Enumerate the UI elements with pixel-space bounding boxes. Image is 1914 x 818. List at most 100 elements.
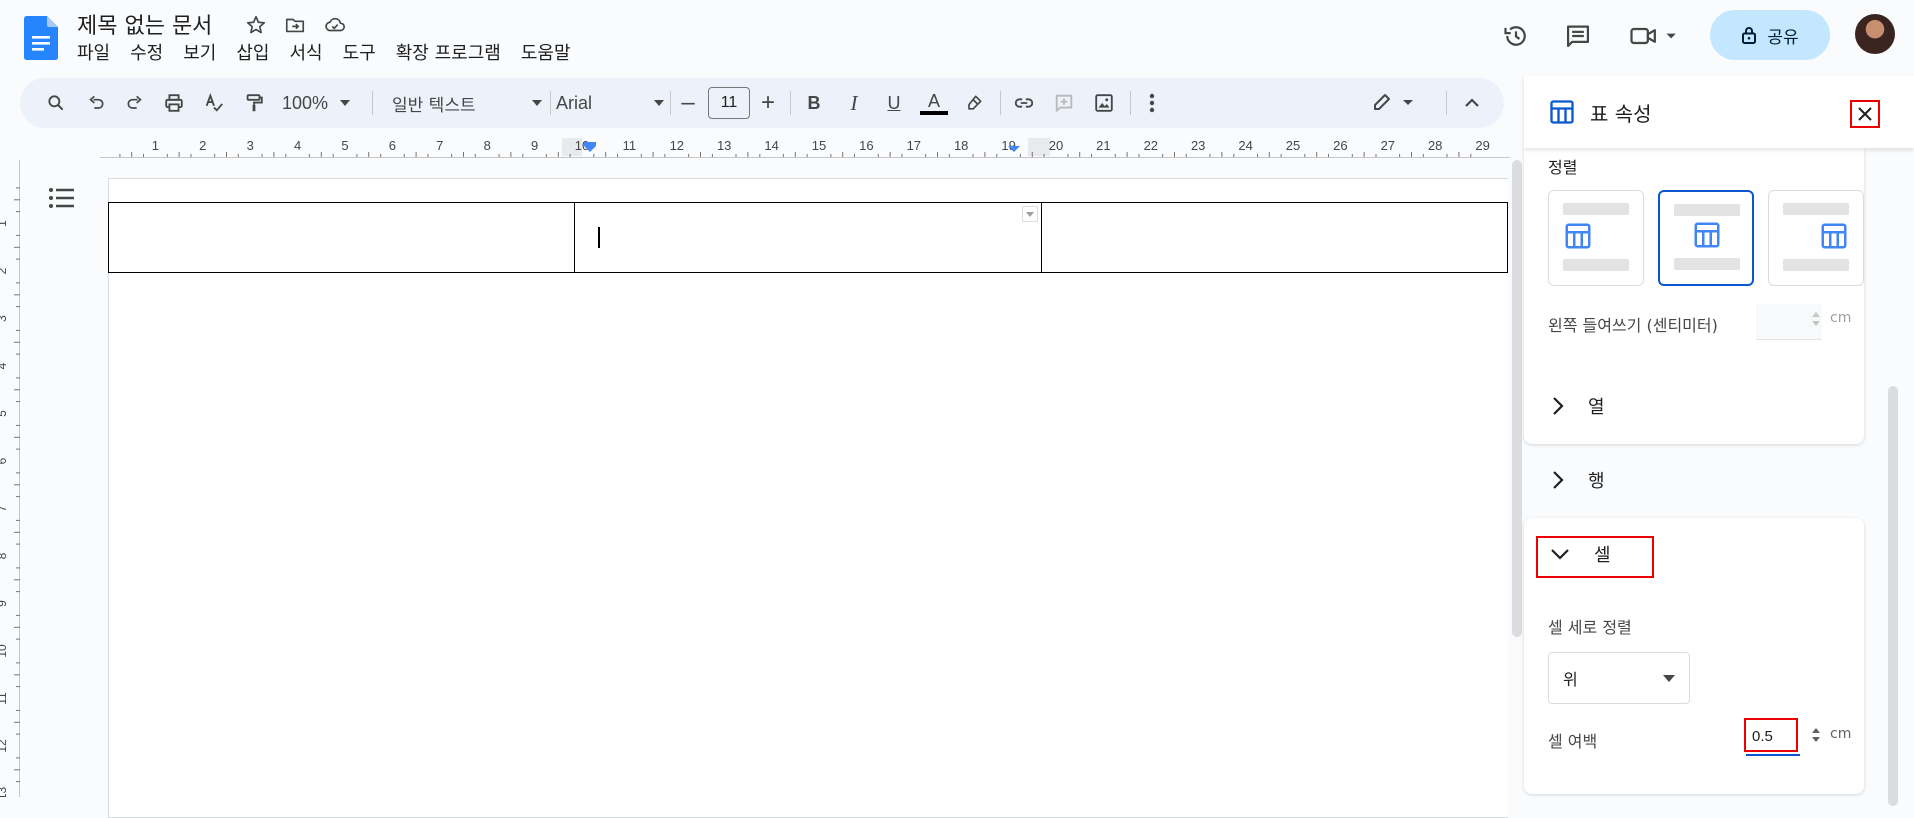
font-value: Arial [556,92,593,113]
table-cell[interactable] [1040,202,1509,273]
app-header: 제목 없는 문서 파일 수정 보기 삽입 서식 도구 확장 프로그램 도움말 공… [0,0,1914,76]
text-color-glyph: A [927,90,940,111]
row-section-header[interactable]: 행 [1524,448,1864,512]
row-section-label: 행 [1588,471,1605,492]
padding-unit: cm [1830,726,1852,742]
cell-vertical-align-value: 위 [1563,670,1578,689]
font-size-input[interactable]: 11 [708,87,750,119]
document-scrollbar[interactable] [1512,160,1522,637]
text-color-button[interactable]: A [918,87,950,119]
bold-button[interactable]: B [798,87,830,119]
menu-view[interactable]: 보기 [173,42,226,66]
vertical-ruler-label: 12 [0,739,9,753]
font-select[interactable]: Arial [556,87,664,119]
table-properties-icon [1548,98,1576,126]
italic-button[interactable]: I [838,87,870,119]
table-row [107,202,1509,273]
cloud-saved-icon[interactable] [322,12,348,38]
star-icon[interactable] [243,12,269,38]
ruler-label: 5 [341,138,348,153]
ruler-label: 22 [1144,138,1158,153]
panel-scrollbar[interactable] [1888,386,1898,806]
menu-help[interactable]: 도움말 [511,42,581,66]
vertical-ruler-label: 4 [0,362,9,369]
table-center-icon [1692,220,1722,250]
chevron-right-icon [1552,470,1564,490]
align-left-option[interactable] [1548,190,1644,286]
ruler-label: 18 [954,138,968,153]
share-label: 공유 [1767,27,1799,48]
decrease-font-size-button[interactable]: – [674,87,702,119]
table-properties-panel: 표 속성 정렬 왼쪽 들여쓰기 (센티미터) cm 열 행 셀 셀 세로 정렬 … [1524,76,1914,806]
spellcheck-icon[interactable] [198,87,230,119]
comments-icon[interactable] [1558,16,1598,56]
column-section-header[interactable]: 열 [1524,374,1864,438]
paint-format-icon[interactable] [238,87,270,119]
move-folder-icon[interactable] [282,12,308,38]
meet-video-icon[interactable] [1626,16,1686,56]
horizontal-ruler[interactable]: 1 2 3 4 5 6 7 8 9 10 11 12 13 14 15 16 17 18 19 20 21 22 23 24 2… [100,136,1510,158]
panel-header: 표 속성 [1524,76,1914,148]
redo-icon[interactable] [119,87,151,119]
menu-file[interactable]: 파일 [77,42,120,66]
vertical-ruler[interactable]: 12345678910111213 [0,160,20,797]
increase-font-size-button[interactable]: + [754,87,782,119]
cell-vertical-align-select[interactable]: 위 [1548,652,1690,704]
more-options-icon[interactable] [1138,87,1166,119]
align-right-option[interactable] [1768,190,1864,286]
insert-image-icon[interactable] [1088,87,1120,119]
vertical-ruler-label: 6 [0,457,9,464]
menu-extensions[interactable]: 확장 프로그램 [386,42,511,66]
toolbar-divider [1130,91,1131,115]
ruler-label: 8 [484,138,491,153]
user-avatar[interactable] [1855,14,1895,54]
menu-format[interactable]: 서식 [280,42,333,66]
align-center-option[interactable] [1658,190,1754,286]
menu-tools[interactable]: 도구 [333,42,386,66]
document-outline-icon[interactable] [48,186,78,212]
ruler-label: 24 [1238,138,1252,153]
zoom-value: 100% [282,92,329,113]
document-title[interactable]: 제목 없는 문서 [77,8,212,40]
vertical-ruler-label: 5 [0,410,9,417]
ruler-label: 28 [1428,138,1442,153]
table-cell-active[interactable] [574,202,1042,273]
menu-bar: 파일 수정 보기 삽입 서식 도구 확장 프로그램 도움말 [77,42,581,66]
paragraph-style-select[interactable]: 일반 텍스트 [392,87,542,119]
chevron-down-icon [1663,674,1675,682]
alignment-label: 정렬 [1548,158,1578,177]
ruler-label: 17 [907,138,921,153]
paragraph-style-value: 일반 텍스트 [392,95,476,116]
insert-link-icon[interactable] [1008,87,1040,119]
editing-mode-pencil-icon[interactable] [1366,87,1426,119]
document-table[interactable] [107,202,1509,273]
version-history-icon[interactable] [1496,16,1536,56]
search-menus-icon[interactable] [40,87,72,119]
menu-insert[interactable]: 삽입 [226,42,279,66]
undo-icon[interactable] [80,87,112,119]
ruler-label: 9 [531,138,538,153]
underline-button[interactable]: U [878,87,910,119]
share-button[interactable]: 공유 [1710,10,1830,60]
hide-menus-chevron-up-icon[interactable] [1456,87,1488,119]
cell-section-highlight [1536,536,1654,578]
table-right-icon [1819,221,1849,251]
highlight-pen-icon[interactable] [958,87,990,119]
print-icon[interactable] [158,87,190,119]
table-cell[interactable] [107,202,576,273]
stepper-arrows-icon[interactable] [1811,726,1821,744]
text-color-swatch [920,110,948,115]
ruler-label: 14 [764,138,778,153]
close-panel-button[interactable] [1850,100,1880,128]
stepper-arrows-icon[interactable] [1811,310,1821,328]
docs-logo-icon[interactable] [24,16,58,60]
document-page[interactable] [108,178,1508,818]
add-comment-icon[interactable] [1048,87,1080,119]
indent-unit: cm [1830,310,1852,326]
zoom-select[interactable]: 100% [282,87,362,119]
menu-edit[interactable]: 수정 [120,42,173,66]
ruler-label: 13 [717,138,731,153]
panel-title: 표 속성 [1590,102,1652,126]
vertical-ruler-label: 1 [0,220,9,227]
cell-menu-chevron-icon[interactable] [1022,206,1038,222]
